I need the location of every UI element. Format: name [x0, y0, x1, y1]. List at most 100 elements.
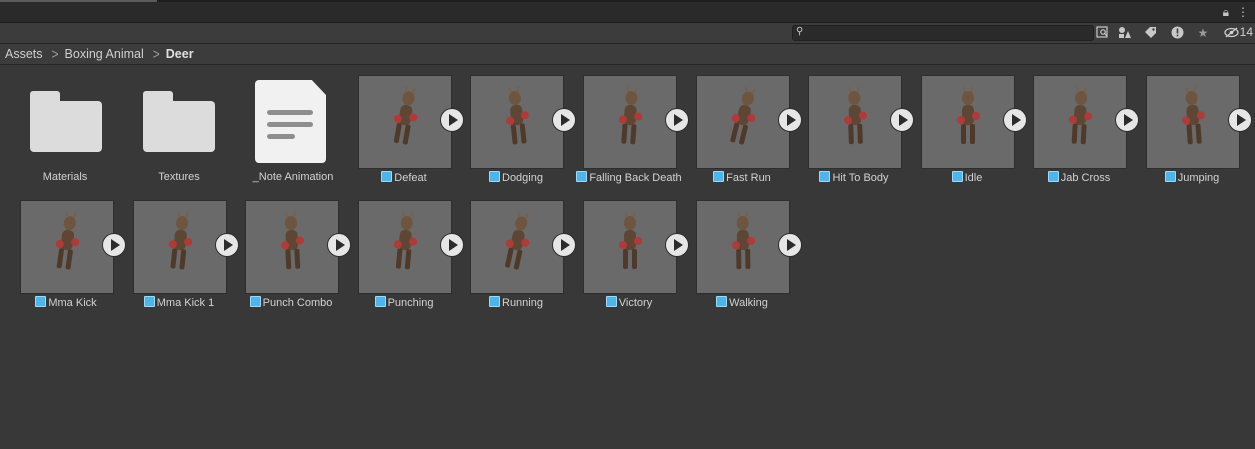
model-prefab-icon	[489, 296, 500, 307]
model-thumbnail	[358, 75, 452, 169]
play-preview-button[interactable]	[1115, 108, 1139, 132]
filter-by-type-icon	[1119, 27, 1131, 38]
play-preview-button[interactable]	[1228, 108, 1252, 132]
deer-character-preview	[393, 86, 418, 145]
play-preview-button[interactable]	[778, 108, 802, 132]
deer-character-preview	[957, 86, 980, 144]
asset-model-victory[interactable]: Victory	[582, 190, 695, 315]
play-preview-button[interactable]	[440, 108, 464, 132]
deer-character-preview	[1182, 86, 1205, 145]
asset-label: Victory	[618, 297, 653, 309]
asset-folder-materials[interactable]: Materials	[19, 65, 132, 190]
model-prefab-icon	[713, 171, 725, 182]
deer-character-preview	[619, 211, 642, 269]
asset-label: Mma Kick 1	[156, 297, 215, 309]
model-prefab-icon	[1047, 171, 1059, 182]
deer-character-preview	[393, 211, 418, 270]
model-prefab-icon	[716, 296, 728, 307]
play-preview-button[interactable]	[665, 108, 689, 132]
search-by-type-button[interactable]	[1093, 24, 1111, 41]
asset-model-fast-run[interactable]: Fast Run	[695, 65, 808, 190]
asset-model-walking[interactable]: Walking	[695, 190, 808, 315]
play-preview-button[interactable]	[327, 233, 351, 257]
favorites-button[interactable]: ★	[1194, 24, 1212, 41]
model-prefab-icon	[374, 296, 386, 307]
model-prefab-icon	[381, 171, 393, 182]
model-thumbnail	[245, 200, 339, 294]
asset-model-punch-combo[interactable]: Punch Combo	[244, 190, 357, 315]
lock-icon[interactable]: 🔒︎	[1223, 5, 1229, 19]
asset-grid: Materials Textures _Note Animation Defea…	[0, 65, 1255, 449]
folder-icon	[30, 91, 102, 153]
kebab-menu-icon[interactable]: ⋮	[1237, 5, 1249, 19]
folder-icon	[143, 91, 215, 153]
deer-character-preview	[506, 86, 529, 145]
asset-label: Walking	[729, 297, 768, 309]
model-thumbnail	[696, 75, 790, 169]
deer-character-preview	[730, 86, 757, 145]
asset-model-idle[interactable]: Idle	[920, 65, 1033, 190]
play-preview-button[interactable]	[778, 233, 802, 257]
asset-folder-textures[interactable]: Textures	[132, 65, 245, 190]
model-prefab-icon	[1164, 171, 1176, 182]
hidden-packages-toggle[interactable]: 14	[1224, 25, 1253, 39]
deer-character-preview	[618, 86, 643, 145]
hidden-count-label: 14	[1239, 25, 1253, 39]
asset-label: Defeat	[394, 172, 427, 184]
asset-label: Materials	[42, 171, 88, 183]
hidden-eye-icon	[1224, 26, 1239, 38]
asset-label: Punch Combo	[262, 297, 333, 309]
play-preview-button[interactable]	[665, 233, 689, 257]
deer-character-preview	[1068, 86, 1093, 145]
asset-label: Mma Kick	[48, 297, 97, 309]
deer-character-preview	[281, 211, 304, 270]
model-prefab-icon	[143, 296, 155, 307]
model-thumbnail	[1033, 75, 1127, 169]
asset-model-punching[interactable]: Punching	[357, 190, 470, 315]
tab-bar: 🔒︎ ⋮	[0, 2, 1255, 23]
breadcrumb: Assets > Boxing Animal > Deer	[0, 44, 1255, 65]
asset-label: _Note Animation	[252, 171, 334, 183]
model-thumbnail	[921, 75, 1015, 169]
asset-model-falling-back-death[interactable]: Falling Back Death	[576, 65, 695, 190]
deer-character-preview	[505, 211, 530, 270]
asset-model-dodging[interactable]: Dodging	[469, 65, 582, 190]
model-prefab-icon	[576, 171, 588, 182]
asset-model-mma-kick[interactable]: Mma Kick	[19, 190, 132, 315]
model-prefab-icon	[951, 171, 963, 182]
search-input[interactable]: ⚲	[792, 25, 1094, 41]
breadcrumb-deer[interactable]: Deer	[161, 47, 194, 61]
asset-model-defeat[interactable]: Defeat	[357, 65, 470, 190]
asset-model-running[interactable]: Running	[469, 190, 582, 315]
breadcrumb-boxing-animal[interactable]: Boxing Animal	[60, 47, 144, 61]
asset-model-jab-cross[interactable]: Jab Cross	[1032, 65, 1145, 190]
deer-character-preview	[168, 211, 193, 270]
play-preview-button[interactable]	[552, 233, 576, 257]
asset-model-mma-kick-1[interactable]: Mma Kick 1	[132, 190, 245, 315]
favorite-star-icon: ★	[1197, 25, 1209, 40]
play-preview-button[interactable]	[1003, 108, 1027, 132]
play-preview-button[interactable]	[440, 233, 464, 257]
deer-character-preview	[732, 211, 755, 270]
asset-label: Hit To Body	[832, 172, 889, 184]
filter-by-label-icon	[1144, 27, 1156, 38]
breadcrumb-assets[interactable]: Assets	[0, 47, 43, 61]
asset-model-hit-to-body[interactable]: Hit To Body	[807, 65, 920, 190]
asset-note-animation[interactable]: _Note Animation	[240, 65, 353, 190]
play-preview-button[interactable]	[102, 233, 126, 257]
model-thumbnail	[583, 75, 677, 169]
asset-label: Punching	[387, 297, 434, 309]
asset-model-jumping[interactable]: Jumping	[1145, 65, 1255, 190]
model-thumbnail	[808, 75, 902, 169]
filter-by-type-button[interactable]	[1116, 24, 1134, 41]
filter-by-label-button[interactable]	[1141, 24, 1159, 41]
chevron-right-icon: >	[51, 45, 59, 63]
play-preview-button[interactable]	[552, 108, 576, 132]
model-prefab-icon	[35, 296, 47, 307]
asset-label: Idle	[964, 172, 983, 184]
model-thumbnail	[358, 200, 452, 294]
log-icon	[1171, 26, 1183, 39]
play-preview-button[interactable]	[215, 233, 239, 257]
log-filter-button[interactable]	[1168, 24, 1186, 41]
play-preview-button[interactable]	[890, 108, 914, 132]
